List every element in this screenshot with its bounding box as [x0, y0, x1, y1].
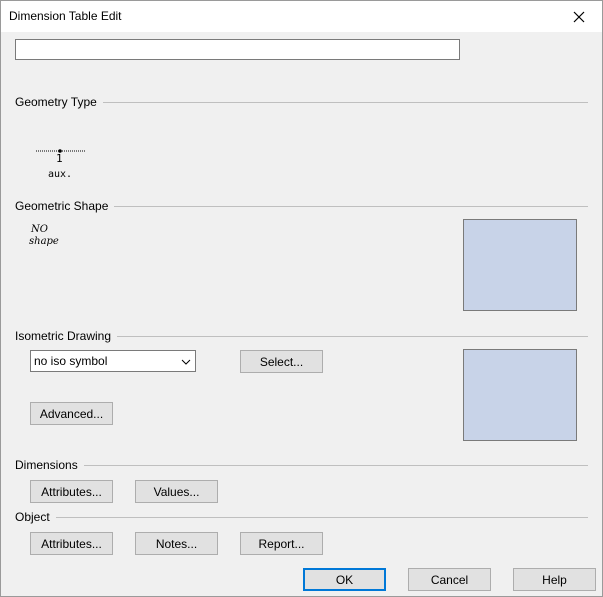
geometry-type-section: Geometry Type: [15, 95, 588, 109]
chevron-down-icon: [181, 359, 191, 365]
no-shape-line1: NO: [31, 224, 48, 235]
window-title: Dimension Table Edit: [9, 9, 122, 23]
title-bar: Dimension Table Edit: [1, 1, 602, 32]
iso-symbol-value: no iso symbol: [34, 354, 108, 368]
geometry-number: 1: [56, 152, 63, 165]
dimensions-attributes-button[interactable]: Attributes...: [30, 480, 113, 503]
section-divider: [102, 101, 588, 103]
section-divider: [55, 516, 588, 518]
section-divider: [83, 464, 588, 466]
cancel-button[interactable]: Cancel: [408, 568, 491, 591]
isometric-drawing-section: Isometric Drawing: [15, 329, 588, 343]
name-input[interactable]: [15, 39, 460, 60]
no-shape-line2: shape: [29, 236, 59, 247]
ok-button[interactable]: OK: [303, 568, 386, 591]
iso-symbol-select[interactable]: no iso symbol: [30, 350, 196, 372]
object-attributes-button[interactable]: Attributes...: [30, 532, 113, 555]
object-section: Object: [15, 510, 588, 524]
shape-preview: [463, 219, 577, 311]
object-notes-button[interactable]: Notes...: [135, 532, 218, 555]
dimension-table-edit-dialog: Dimension Table Edit Geometry Type 1 aux…: [0, 0, 603, 597]
close-icon: [573, 11, 585, 22]
dimensions-section: Dimensions: [15, 458, 588, 472]
iso-advanced-button[interactable]: Advanced...: [30, 402, 113, 425]
geometric-shape-label: Geometric Shape: [15, 199, 109, 213]
geometry-type-label: Geometry Type: [15, 95, 97, 109]
help-button[interactable]: Help: [513, 568, 596, 591]
section-divider: [117, 335, 588, 337]
dimensions-label: Dimensions: [15, 458, 78, 472]
object-label: Object: [15, 510, 50, 524]
close-button[interactable]: [556, 1, 602, 32]
geometric-shape-section: Geometric Shape: [15, 199, 588, 213]
no-shape-glyph: NO shape: [29, 224, 69, 252]
geometry-type-glyph: 1 aux.: [35, 144, 87, 182]
section-divider: [114, 205, 588, 207]
dimensions-values-button[interactable]: Values...: [135, 480, 218, 503]
isometric-drawing-label: Isometric Drawing: [15, 329, 112, 343]
object-report-button[interactable]: Report...: [240, 532, 323, 555]
iso-preview: [463, 349, 577, 441]
geometry-caption: aux.: [48, 169, 73, 180]
iso-select-button[interactable]: Select...: [240, 350, 323, 373]
